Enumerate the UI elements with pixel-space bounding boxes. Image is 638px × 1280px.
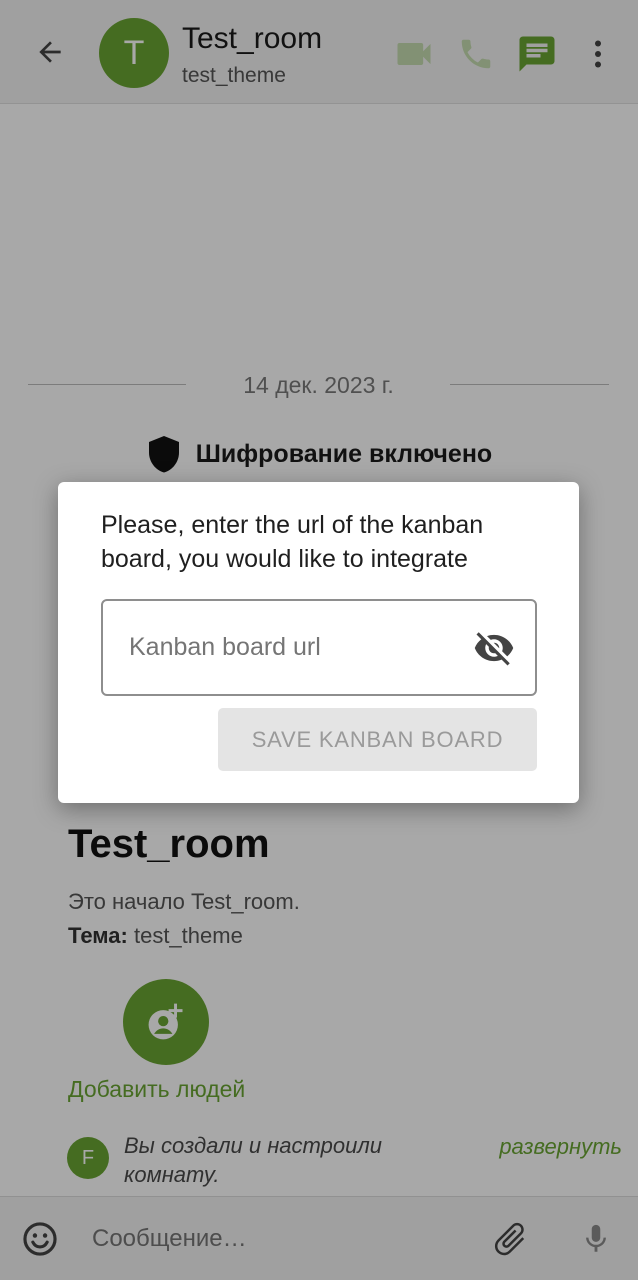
chat-screen: T Test_room test_theme 14 дек. 2023 г. Ш… [0,0,638,1280]
dialog-message: Please, enter the url of the kanban boar… [101,511,484,573]
kanban-url-dialog: Please, enter the url of the kanban boar… [58,482,579,803]
eye-off-icon [474,632,514,666]
save-kanban-board-button[interactable]: SAVE KANBAN BOARD [218,708,537,771]
kanban-url-field[interactable] [101,599,537,696]
toggle-visibility-button[interactable] [471,625,517,671]
kanban-url-input[interactable] [129,629,459,665]
